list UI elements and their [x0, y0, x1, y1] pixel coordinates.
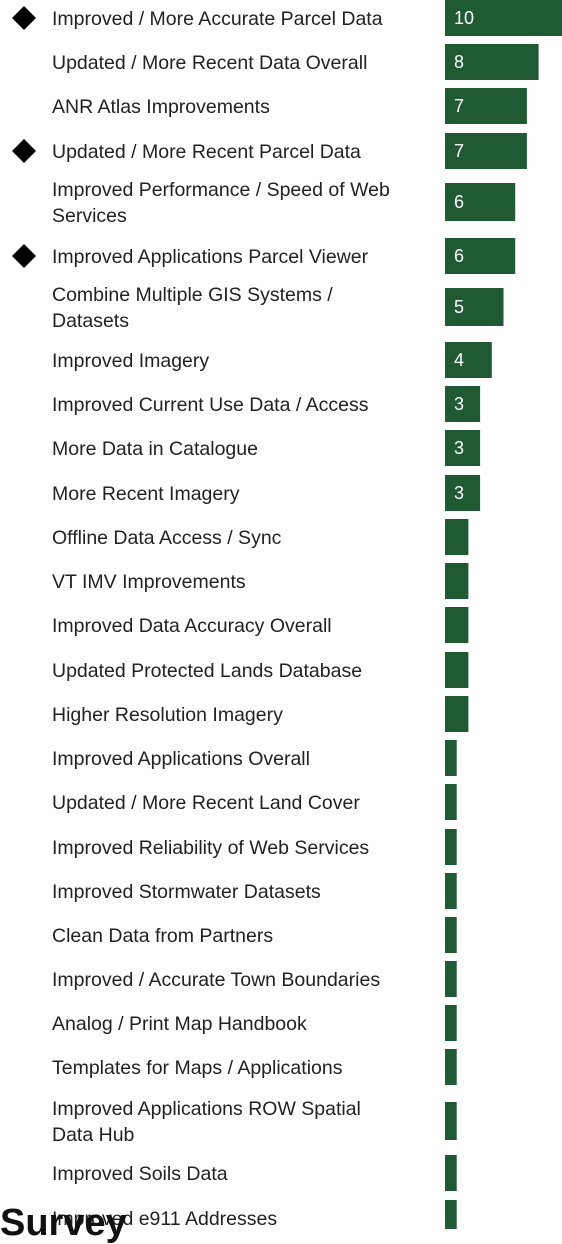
highlight-diamond-icon — [12, 6, 36, 30]
category-label: Updated / More Recent Data Overall — [52, 52, 367, 74]
bar — [445, 1005, 457, 1041]
category-label: Improved Reliability of Web Services — [52, 837, 369, 859]
bar — [445, 1200, 457, 1229]
value-label: 5 — [454, 297, 464, 317]
category-label: ANR Atlas Improvements — [52, 96, 270, 118]
category-label: Updated / More Recent Land Cover — [52, 792, 360, 814]
category-label: Improved / More Accurate Parcel Data — [52, 8, 383, 30]
value-label: 3 — [454, 438, 464, 458]
category-label: Clean Data from Partners — [52, 925, 273, 947]
category-label: Improved Applications Overall — [52, 748, 310, 770]
bar — [445, 1102, 457, 1140]
bar — [445, 1155, 457, 1191]
bar — [445, 563, 469, 599]
bar — [445, 829, 457, 865]
bar — [445, 784, 457, 820]
bar — [445, 961, 457, 997]
category-label: Improved Stormwater Datasets — [52, 881, 321, 903]
bar — [445, 740, 457, 776]
category-label: Offline Data Access / Sync — [52, 527, 282, 549]
category-label: Improved Data Accuracy Overall — [52, 615, 332, 637]
bar — [445, 652, 469, 688]
value-label: 7 — [454, 141, 464, 161]
bar — [445, 607, 469, 643]
category-label: Higher Resolution Imagery — [52, 704, 283, 726]
bar-chart: 10 Improved / More Accurate Parcel Data 8 U… — [12, 0, 562, 1229]
value-label: 3 — [454, 483, 464, 503]
bar — [445, 917, 457, 953]
category-label: Combine Multiple GIS Systems / Datasets — [52, 284, 333, 332]
category-label: Updated / More Recent Parcel Data — [52, 141, 361, 163]
bar — [445, 1049, 457, 1085]
bar — [445, 873, 457, 909]
category-label: Improved Performance / Speed of Web Servi… — [52, 179, 390, 227]
category-label: Analog / Print Map Handbook — [52, 1013, 307, 1035]
category-label: Improved / Accurate Town Boundaries — [52, 969, 380, 991]
bar — [445, 342, 492, 378]
value-label: 6 — [454, 246, 464, 266]
category-label: Updated Protected Lands Database — [52, 660, 362, 682]
category-label: Improved Current Use Data / Access — [52, 394, 369, 416]
category-label: VT IMV Improvements — [52, 571, 246, 593]
category-label: Improved Soils Data — [52, 1163, 228, 1185]
category-label: Improved Imagery — [52, 350, 209, 372]
bar — [445, 696, 469, 732]
value-label: 8 — [454, 52, 464, 72]
category-label: Templates for Maps / Applications — [52, 1057, 343, 1079]
value-label: 7 — [454, 96, 464, 116]
cut-off-heading: Survey — [0, 1202, 127, 1244]
highlight-diamond-icon — [12, 139, 36, 163]
value-label: 4 — [454, 350, 464, 370]
bar — [445, 519, 469, 555]
category-label: More Recent Imagery — [52, 483, 240, 505]
value-label: 10 — [454, 8, 474, 28]
value-label: 6 — [454, 192, 464, 212]
category-label: Improved Applications ROW Spatial Data Hu… — [52, 1098, 361, 1146]
category-label: Improved Applications Parcel Viewer — [52, 246, 369, 268]
value-label: 3 — [454, 394, 464, 414]
highlight-diamond-icon — [12, 244, 36, 268]
category-label: More Data in Catalogue — [52, 438, 258, 460]
